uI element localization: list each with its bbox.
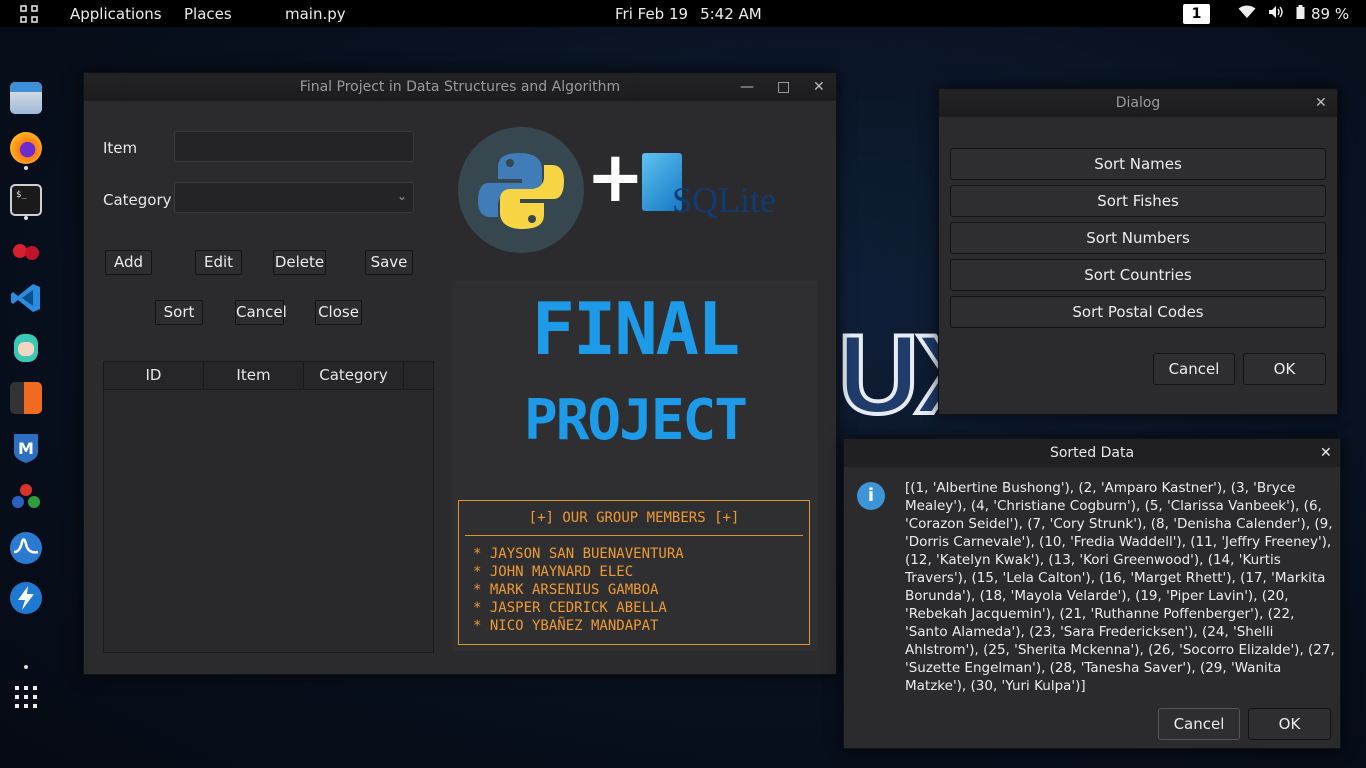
sorted-data-dialog: Sorted Data ✕ i [(1, 'Albertine Bushong'…: [843, 438, 1341, 749]
sort-names-button[interactable]: Sort Names: [950, 148, 1326, 180]
burpsuite-icon[interactable]: [10, 382, 42, 414]
battery-icon: [1296, 5, 1305, 23]
dialog-titlebar[interactable]: Dialog ✕: [939, 89, 1337, 117]
delete-button[interactable]: Delete: [273, 250, 326, 275]
main-window-title: Final Project in Data Structures and Alg…: [299, 79, 621, 95]
sort-countries-button[interactable]: Sort Countries: [950, 259, 1326, 291]
minimize-icon[interactable]: —: [740, 73, 754, 101]
banner-line-1: FINAL: [531, 287, 741, 371]
item-label: Item: [103, 139, 138, 157]
sorted-ok-button[interactable]: OK: [1248, 708, 1331, 740]
sorted-data-titlebar[interactable]: Sorted Data ✕: [844, 439, 1340, 467]
vscode-icon[interactable]: [10, 282, 42, 314]
final-project-banner: FINAL PROJECT [+] OUR GROUP MEMBERS [+] …: [453, 281, 817, 651]
workspace-indicator[interactable]: 1: [1183, 4, 1210, 24]
banner-line-2: PROJECT: [523, 388, 748, 453]
items-table[interactable]: [103, 390, 434, 653]
sort-postal-codes-button[interactable]: Sort Postal Codes: [950, 296, 1326, 328]
firefox-icon[interactable]: [10, 132, 42, 164]
close-icon[interactable]: ✕: [813, 73, 825, 101]
top-panel: Applications Places main.py Fri Feb 19 5:…: [0, 0, 1366, 27]
sorted-data-title: Sorted Data: [1049, 445, 1135, 461]
category-combobox[interactable]: ⌄: [174, 182, 414, 213]
chevron-down-icon: ⌄: [396, 189, 407, 203]
terminal-icon[interactable]: $_: [10, 184, 42, 216]
maximize-icon[interactable]: □: [777, 73, 790, 101]
clock[interactable]: Fri Feb 19 5:42 AM: [615, 5, 762, 23]
close-icon[interactable]: ✕: [1320, 439, 1332, 467]
cherrytree-icon[interactable]: [10, 232, 42, 264]
sort-fishes-button[interactable]: Sort Fishes: [950, 185, 1326, 217]
maltego-icon[interactable]: [10, 482, 42, 514]
python-logo: [458, 127, 584, 253]
logo-plus: +: [586, 136, 645, 218]
main-window: Final Project in Data Structures and Alg…: [83, 72, 837, 675]
applications-menu[interactable]: Applications: [70, 5, 162, 23]
dock: $_ M: [0, 70, 52, 760]
system-tray[interactable]: 89 %: [1238, 5, 1349, 23]
column-header-category[interactable]: Category: [304, 362, 404, 389]
dialog-cancel-button[interactable]: Cancel: [1153, 353, 1235, 385]
save-button[interactable]: Save: [365, 250, 413, 275]
group-members-box: [+] OUR GROUP MEMBERS [+] * JAYSON SAN B…: [458, 500, 810, 645]
wifi-icon: [1238, 5, 1256, 23]
files-icon[interactable]: [10, 82, 42, 114]
sort-button[interactable]: Sort: [155, 300, 203, 325]
clock-date: Fri Feb 19: [615, 5, 689, 23]
volume-icon: [1268, 5, 1284, 23]
column-header-id[interactable]: ID: [104, 362, 204, 389]
logo-area: + SQLite: [456, 117, 816, 277]
add-button[interactable]: Add: [105, 250, 152, 275]
wireshark-icon[interactable]: [10, 532, 42, 564]
sorted-cancel-button[interactable]: Cancel: [1158, 708, 1240, 740]
metasploit-icon[interactable]: M: [10, 432, 42, 464]
column-header-item[interactable]: Item: [204, 362, 304, 389]
member-item: * JAYSON SAN BUENAVENTURA: [473, 546, 684, 562]
active-app-name[interactable]: main.py: [285, 5, 346, 23]
sort-numbers-button[interactable]: Sort Numbers: [950, 222, 1326, 254]
sort-dialog: Dialog ✕ Sort Names Sort Fishes Sort Num…: [938, 88, 1338, 415]
svg-text:M: M: [18, 439, 34, 458]
edit-button[interactable]: Edit: [195, 250, 242, 275]
close-icon[interactable]: ✕: [1315, 89, 1327, 117]
members-list: * JAYSON SAN BUENAVENTURA * JOHN MAYNARD…: [473, 545, 809, 635]
dialog-title: Dialog: [1115, 95, 1161, 111]
member-item: * NICO YBAÑEZ MANDAPAT: [473, 618, 659, 634]
members-heading: [+] OUR GROUP MEMBERS [+]: [528, 510, 740, 526]
clock-time: 5:42 AM: [700, 5, 762, 23]
cancel-button[interactable]: Cancel: [235, 300, 287, 325]
places-menu[interactable]: Places: [184, 5, 232, 23]
hacker-mascot-icon[interactable]: [10, 332, 42, 364]
info-icon: i: [857, 482, 885, 510]
sorted-data-text: [(1, 'Albertine Bushong'), (2, 'Amparo K…: [905, 480, 1335, 694]
item-input[interactable]: [174, 131, 414, 162]
activities-grid-icon[interactable]: [20, 5, 38, 23]
member-item: * JASPER CEDRICK ABELLA: [473, 600, 667, 616]
member-item: * MARK ARSENIUS GAMBOA: [473, 582, 659, 598]
sqlite-text: SQLite: [672, 180, 776, 220]
main-window-titlebar[interactable]: Final Project in Data Structures and Alg…: [84, 73, 836, 101]
battery-percent: 89 %: [1311, 5, 1350, 23]
show-apps-icon[interactable]: [15, 686, 37, 708]
table-header: ID Item Category: [103, 361, 434, 390]
close-button[interactable]: Close: [315, 300, 362, 325]
category-label: Category: [103, 191, 172, 209]
dialog-ok-button[interactable]: OK: [1243, 353, 1326, 385]
member-item: * JOHN MAYNARD ELEC: [473, 564, 634, 580]
zaproxy-icon[interactable]: [10, 582, 42, 614]
